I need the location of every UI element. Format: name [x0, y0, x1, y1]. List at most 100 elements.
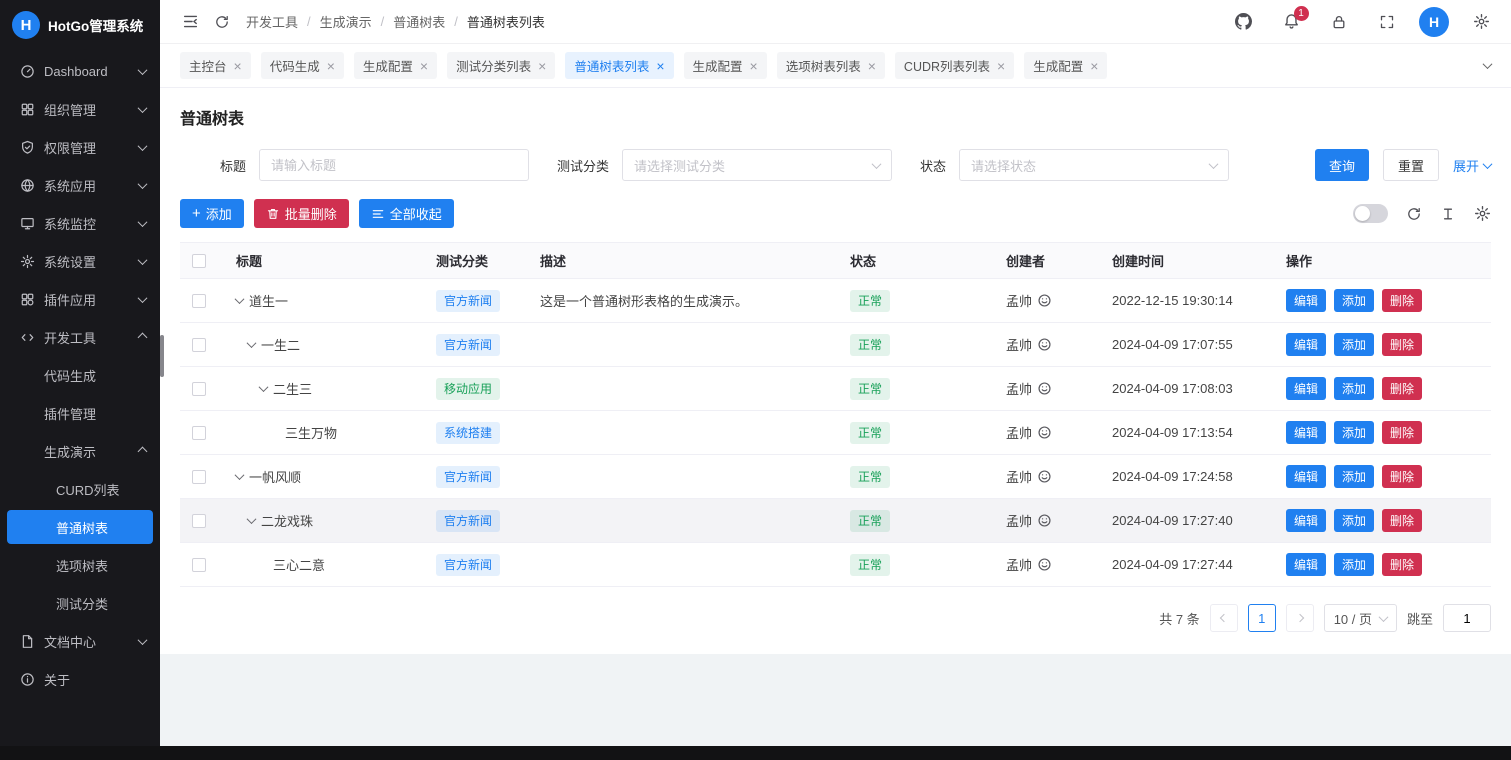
delete-button[interactable]: 删除	[1382, 289, 1422, 312]
notifications-button[interactable]: 1	[1275, 6, 1307, 38]
tab-item-0[interactable]: 主控台×	[180, 52, 251, 79]
sidebar-item-16[interactable]: 关于	[0, 660, 160, 698]
title-filter-input[interactable]	[259, 149, 529, 181]
page-1-button[interactable]: 1	[1248, 604, 1276, 632]
edit-button[interactable]: 编辑	[1286, 377, 1326, 400]
edit-button[interactable]: 编辑	[1286, 465, 1326, 488]
expand-toggle-icon[interactable]	[235, 294, 245, 304]
delete-button[interactable]: 删除	[1382, 509, 1422, 532]
add-row-button[interactable]: 添加	[1334, 553, 1374, 576]
row-checkbox[interactable]	[192, 470, 206, 484]
sidebar-item-12[interactable]: 普通树表	[7, 510, 153, 544]
sidebar-item-11[interactable]: CURD列表	[0, 470, 160, 508]
sidebar-item-0[interactable]: Dashboard	[0, 52, 160, 90]
lock-screen-button[interactable]	[1323, 6, 1355, 38]
delete-button[interactable]: 删除	[1382, 553, 1422, 576]
expand-filters-button[interactable]: 展开	[1453, 156, 1491, 175]
refresh-page-button[interactable]	[206, 6, 238, 38]
scrollbar-thumb[interactable]	[160, 335, 164, 377]
delete-button[interactable]: 删除	[1382, 421, 1422, 444]
edit-button[interactable]: 编辑	[1286, 333, 1326, 356]
table-refresh-icon[interactable]	[1406, 206, 1422, 222]
tab-item-5[interactable]: 生成配置×	[684, 52, 767, 79]
add-row-button[interactable]: 添加	[1334, 421, 1374, 444]
expand-toggle-icon[interactable]	[235, 470, 245, 480]
striped-toggle[interactable]	[1353, 204, 1388, 223]
edit-button[interactable]: 编辑	[1286, 289, 1326, 312]
add-row-button[interactable]: 添加	[1334, 509, 1374, 532]
page-size-select[interactable]: 10 / 页	[1324, 604, 1397, 632]
app-logo[interactable]: H HotGo管理系统	[0, 0, 160, 50]
tab-close-icon[interactable]: ×	[234, 59, 242, 73]
tab-item-7[interactable]: CUDR列表列表×	[895, 52, 1014, 79]
expand-toggle-icon[interactable]	[247, 514, 257, 524]
sidebar-item-15[interactable]: 文档中心	[0, 622, 160, 660]
delete-button[interactable]: 删除	[1382, 465, 1422, 488]
github-button[interactable]	[1227, 6, 1259, 38]
collapse-all-button[interactable]: 全部收起	[359, 199, 454, 228]
sidebar-item-8[interactable]: 代码生成	[0, 356, 160, 394]
row-checkbox[interactable]	[192, 514, 206, 528]
status-filter-select[interactable]: 请选择状态	[959, 149, 1229, 181]
row-checkbox[interactable]	[192, 338, 206, 352]
row-checkbox[interactable]	[192, 558, 206, 572]
category-filter-select[interactable]: 请选择测试分类	[622, 149, 892, 181]
fullscreen-button[interactable]	[1371, 6, 1403, 38]
tab-item-4[interactable]: 普通树表列表×	[565, 52, 673, 79]
batch-delete-button[interactable]: 批量删除	[254, 199, 349, 228]
breadcrumb-item[interactable]: 普通树表列表	[467, 12, 545, 31]
user-avatar[interactable]: H	[1419, 7, 1449, 37]
add-row-button[interactable]: 添加	[1334, 377, 1374, 400]
breadcrumb-item[interactable]: 生成演示	[320, 12, 372, 31]
column-height-icon[interactable]	[1440, 206, 1456, 222]
sidebar-item-7[interactable]: 开发工具	[0, 318, 160, 356]
edit-button[interactable]: 编辑	[1286, 509, 1326, 532]
tabs-menu-button[interactable]	[1478, 56, 1497, 75]
next-page-button[interactable]	[1286, 604, 1314, 632]
tab-item-8[interactable]: 生成配置×	[1024, 52, 1107, 79]
sidebar-item-4[interactable]: 系统监控	[0, 204, 160, 242]
tab-close-icon[interactable]: ×	[868, 59, 876, 73]
row-checkbox[interactable]	[192, 382, 206, 396]
sidebar-item-13[interactable]: 选项树表	[0, 546, 160, 584]
tab-close-icon[interactable]: ×	[538, 59, 546, 73]
row-checkbox[interactable]	[192, 294, 206, 308]
sidebar-item-5[interactable]: 系统设置	[0, 242, 160, 280]
delete-button[interactable]: 删除	[1382, 333, 1422, 356]
sidebar-item-1[interactable]: 组织管理	[0, 90, 160, 128]
tab-item-1[interactable]: 代码生成×	[261, 52, 344, 79]
table-settings-icon[interactable]	[1474, 205, 1491, 222]
sidebar-item-14[interactable]: 测试分类	[0, 584, 160, 622]
select-all-checkbox[interactable]	[192, 254, 206, 268]
breadcrumb-item[interactable]: 普通树表	[393, 12, 445, 31]
tab-close-icon[interactable]: ×	[750, 59, 758, 73]
reset-button[interactable]: 重置	[1383, 149, 1439, 181]
tab-item-6[interactable]: 选项树表列表×	[777, 52, 885, 79]
sidebar-item-10[interactable]: 生成演示	[0, 432, 160, 470]
sidebar-item-6[interactable]: 插件应用	[0, 280, 160, 318]
add-row-button[interactable]: 添加	[1334, 465, 1374, 488]
add-button[interactable]: +添加	[180, 199, 244, 228]
edit-button[interactable]: 编辑	[1286, 421, 1326, 444]
jump-page-input[interactable]	[1443, 604, 1491, 632]
tab-close-icon[interactable]: ×	[656, 59, 664, 73]
expand-toggle-icon[interactable]	[247, 338, 257, 348]
delete-button[interactable]: 删除	[1382, 377, 1422, 400]
sidebar-item-2[interactable]: 权限管理	[0, 128, 160, 166]
prev-page-button[interactable]	[1210, 604, 1238, 632]
edit-button[interactable]: 编辑	[1286, 553, 1326, 576]
add-row-button[interactable]: 添加	[1334, 289, 1374, 312]
expand-toggle-icon[interactable]	[259, 382, 269, 392]
tab-item-3[interactable]: 测试分类列表×	[447, 52, 555, 79]
tab-item-2[interactable]: 生成配置×	[354, 52, 437, 79]
add-row-button[interactable]: 添加	[1334, 333, 1374, 356]
row-checkbox[interactable]	[192, 426, 206, 440]
search-button[interactable]: 查询	[1315, 149, 1369, 181]
tab-close-icon[interactable]: ×	[1090, 59, 1098, 73]
tab-close-icon[interactable]: ×	[420, 59, 428, 73]
sidebar-item-3[interactable]: 系统应用	[0, 166, 160, 204]
breadcrumb-item[interactable]: 开发工具	[246, 12, 298, 31]
tab-close-icon[interactable]: ×	[997, 59, 1005, 73]
tab-close-icon[interactable]: ×	[327, 59, 335, 73]
sidebar-collapse-button[interactable]	[174, 6, 206, 38]
